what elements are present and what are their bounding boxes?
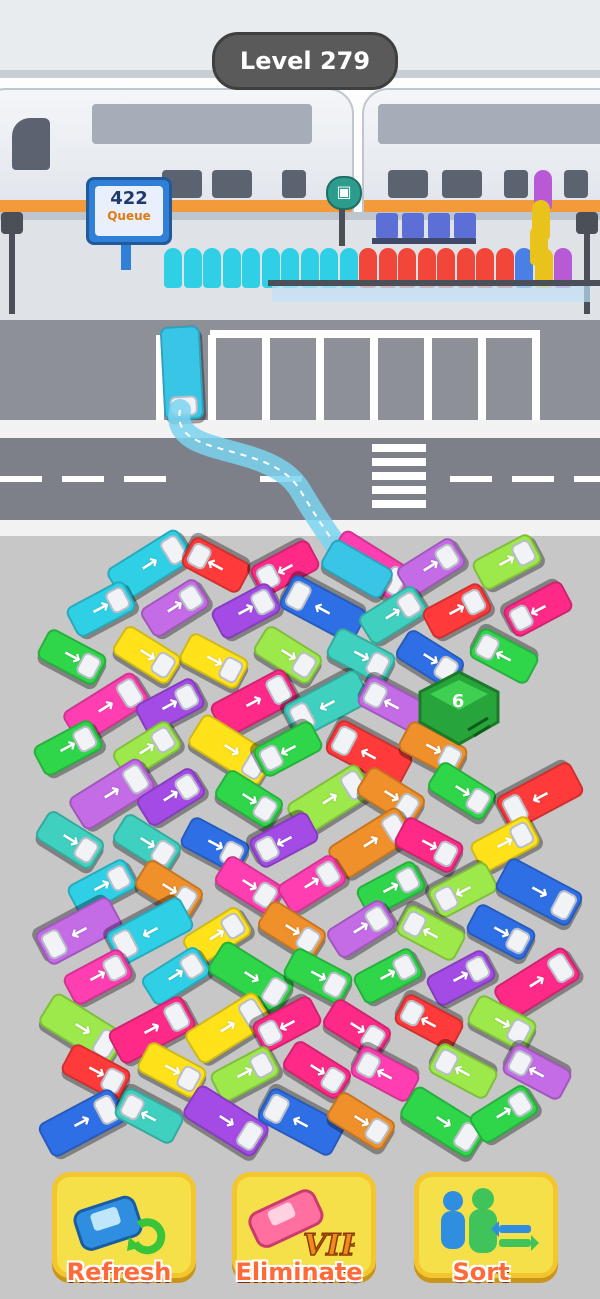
direction-arrow-icon: → — [64, 916, 93, 948]
bench-seat — [454, 213, 476, 239]
direction-arrow-icon: → — [522, 967, 552, 999]
bench-seat — [402, 213, 424, 239]
direction-arrow-icon: → — [213, 1012, 243, 1044]
direction-arrow-icon: → — [525, 875, 554, 907]
lamp-icon — [576, 212, 598, 234]
direction-arrow-icon: → — [315, 783, 345, 815]
bus-stop-post — [339, 206, 345, 246]
direction-arrow-icon: → — [67, 1012, 97, 1044]
eliminate-button[interactable]: VIP Eliminate — [232, 1172, 376, 1290]
direction-arrow-icon: → — [67, 1106, 96, 1138]
direction-arrow-icon: → — [355, 738, 384, 770]
train-car-rear — [362, 88, 600, 222]
crosswalk-stripe — [372, 458, 426, 466]
direction-arrow-icon: → — [135, 549, 165, 580]
direction-arrow-icon: → — [526, 780, 555, 812]
person-icon — [164, 248, 182, 288]
direction-arrow-icon: → — [429, 1105, 459, 1137]
direction-arrow-icon: → — [356, 826, 386, 858]
person-icon — [183, 248, 202, 288]
lane-dash — [450, 476, 492, 482]
direction-arrow-icon: → — [216, 733, 246, 765]
queue-label: Queue — [107, 209, 151, 223]
direction-arrow-icon: → — [91, 692, 120, 724]
parking-line — [532, 335, 540, 420]
railing-glass — [272, 286, 590, 302]
crosswalk-stripe — [372, 472, 426, 480]
lane-dash — [512, 476, 554, 482]
bench-seat — [428, 213, 450, 239]
lamp-icon — [1, 212, 23, 234]
direction-arrow-icon: → — [313, 689, 342, 721]
direction-arrow-icon: → — [136, 916, 165, 947]
refresh-button[interactable]: Refresh — [52, 1172, 196, 1290]
street-lamp-left — [9, 222, 15, 314]
crosswalk-stripe — [372, 500, 426, 508]
mystery-box-count: 6 — [451, 691, 465, 712]
parking-line — [424, 335, 432, 420]
bus-stop-icon: ▣ — [326, 176, 362, 210]
parking-line — [370, 335, 378, 420]
crosswalk-stripe — [372, 486, 426, 494]
sort-button[interactable]: Sort — [414, 1172, 558, 1290]
direction-arrow-icon: → — [308, 594, 337, 626]
parking-line — [478, 335, 486, 420]
refresh-car-icon — [73, 1195, 166, 1255]
vip-car-icon: VIP — [248, 1189, 355, 1264]
lane-dash — [62, 476, 104, 482]
level-indicator: Level 279 — [212, 32, 398, 90]
lane-dash — [574, 476, 600, 482]
person-icon — [222, 248, 241, 288]
queue-count: 422 — [110, 188, 148, 209]
sort-label: Sort — [452, 1258, 510, 1286]
direction-arrow-icon: → — [211, 1104, 241, 1136]
person-icon — [242, 248, 260, 288]
person-icon — [530, 225, 548, 265]
crosswalk-stripe — [372, 444, 426, 452]
train-car-front — [0, 88, 354, 222]
lane-dash — [0, 476, 42, 482]
bench-seat — [376, 213, 398, 239]
direction-arrow-icon: → — [239, 687, 268, 718]
sort-people-icon — [441, 1188, 539, 1253]
bench-base — [372, 238, 476, 244]
direction-arrow-icon: → — [286, 1107, 315, 1139]
direction-arrow-icon: → — [97, 778, 127, 810]
queue-sign: 422 Queue — [86, 177, 172, 245]
direction-arrow-icon: → — [236, 961, 266, 993]
eliminate-label: Eliminate — [235, 1258, 363, 1286]
refresh-label: Refresh — [66, 1258, 172, 1286]
person-icon — [203, 248, 221, 288]
